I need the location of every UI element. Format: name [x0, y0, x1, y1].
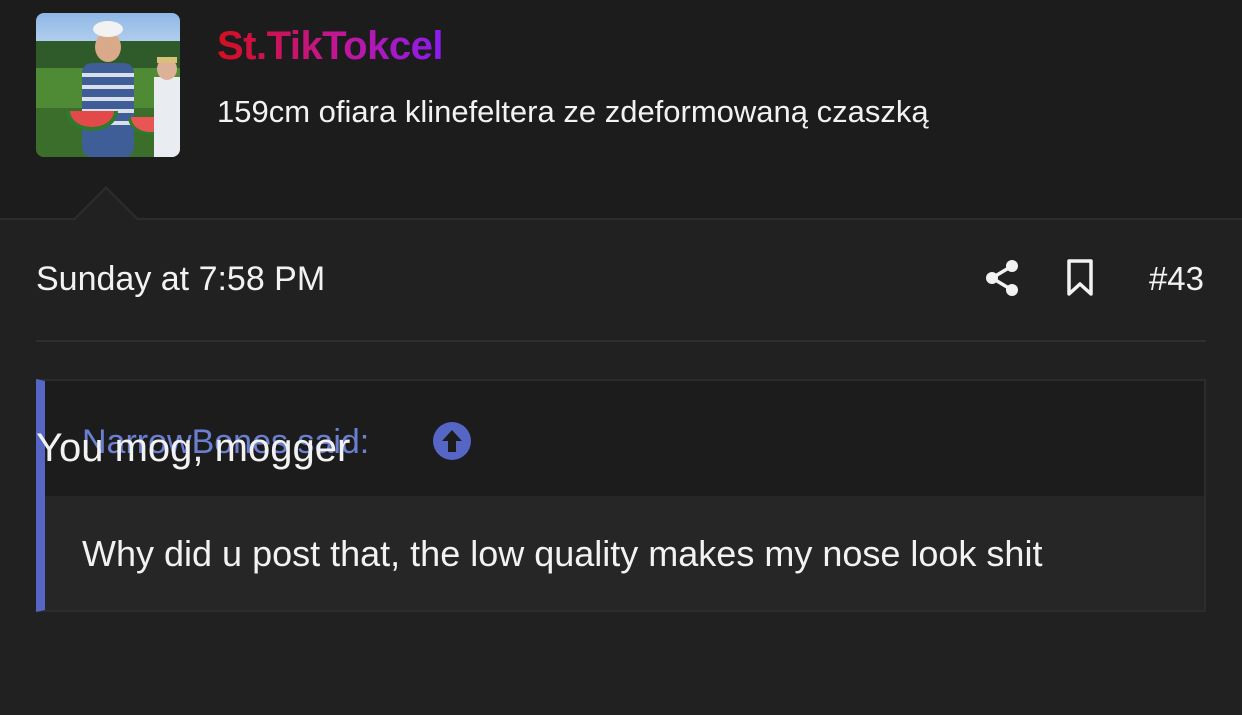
- avatar-photo: [36, 13, 180, 157]
- header-pointer-fill: [74, 189, 138, 221]
- post-number-link[interactable]: #43: [1149, 258, 1204, 300]
- post-date[interactable]: Sunday at 7:58 PM: [36, 258, 325, 300]
- quote-text: Why did u post that, the low quality mak…: [82, 533, 1043, 574]
- post-page: St.TikTokcel 159cm ofiara klinefeltera z…: [0, 0, 1242, 715]
- quote-content: Why did u post that, the low quality mak…: [45, 496, 1204, 610]
- bookmark-icon[interactable]: [1062, 258, 1098, 298]
- user-title: 159cm ofiara klinefeltera ze zdeformowan…: [217, 94, 929, 129]
- user-header: St.TikTokcel 159cm ofiara klinefeltera z…: [0, 0, 1242, 220]
- username-link[interactable]: St.TikTokcel: [217, 22, 443, 70]
- post-meta-bar: Sunday at 7:58 PM #43: [36, 220, 1206, 342]
- avatar[interactable]: [36, 13, 180, 157]
- quote-block: NarrowBones said: Why did u post that, t…: [36, 379, 1206, 612]
- message-text: You mog, mogger: [36, 426, 351, 470]
- share-icon[interactable]: [982, 258, 1022, 298]
- arrow-up-circle-icon[interactable]: [432, 421, 472, 461]
